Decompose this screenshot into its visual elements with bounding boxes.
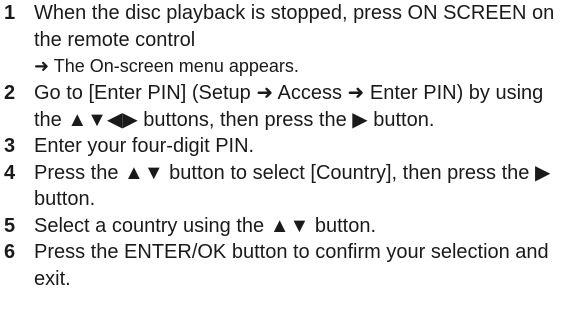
step-text: Press the ENTER/OK button to confirm you… bbox=[34, 241, 549, 290]
steps-list: 1 When the disc playback is stopped, pre… bbox=[0, 0, 576, 292]
step-text: Press the ▲▼ button to select [Country],… bbox=[34, 161, 551, 211]
step-4: 4 Press the ▲▼ button to select [Country… bbox=[0, 160, 576, 213]
step-text: Select a country using the ▲▼ button. bbox=[34, 214, 377, 237]
step-5: 5 Select a country using the ▲▼ button. bbox=[0, 213, 576, 240]
step-number: 2 bbox=[4, 82, 16, 104]
step-text: When the disc playback is stopped, press… bbox=[34, 2, 555, 51]
step-2: 2 Go to [Enter PIN] (Setup ➜ Access ➜ En… bbox=[0, 80, 576, 133]
step-number: 6 bbox=[4, 241, 16, 263]
step-3: 3 Enter your four-digit PIN. bbox=[0, 133, 576, 160]
step-number: 4 bbox=[4, 161, 16, 184]
step-text: Enter your four-digit PIN. bbox=[34, 135, 255, 157]
step-result: ➜ The On-screen menu appears. bbox=[34, 56, 299, 76]
step-body: When the disc playback is stopped, press… bbox=[34, 0, 576, 80]
step-text: Go to [Enter PIN] (Setup ➜ Access ➜ Ente… bbox=[34, 82, 544, 131]
step-number: 1 bbox=[4, 2, 16, 24]
instruction-document: 1 When the disc playback is stopped, pre… bbox=[0, 0, 582, 323]
step-6: 6 Press the ENTER/OK button to confirm y… bbox=[0, 239, 576, 292]
step-number: 3 bbox=[4, 135, 16, 157]
step-1: 1 When the disc playback is stopped, pre… bbox=[0, 0, 576, 80]
step-number: 5 bbox=[4, 214, 16, 237]
